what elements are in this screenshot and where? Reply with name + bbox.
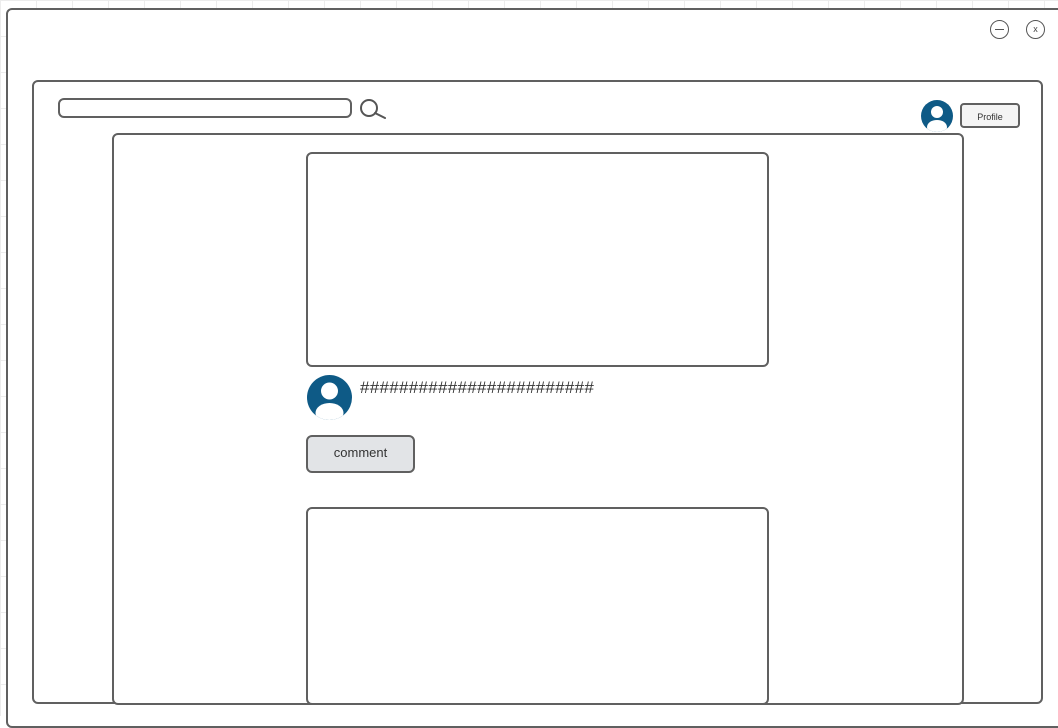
close-button[interactable]: x <box>1026 20 1045 39</box>
author-avatar-icon <box>307 375 352 420</box>
post-media-placeholder <box>306 152 769 367</box>
comment-button[interactable]: comment <box>306 435 415 473</box>
post-text: ######################## <box>360 378 595 397</box>
profile-button[interactable]: Profile <box>960 103 1020 128</box>
minimize-button[interactable] <box>990 20 1009 39</box>
minimize-icon <box>995 28 1004 31</box>
search-icon[interactable] <box>358 97 388 121</box>
post-media-placeholder <box>306 507 769 705</box>
user-avatar-icon[interactable] <box>921 100 953 132</box>
close-icon: x <box>1033 24 1038 34</box>
search-input[interactable] <box>58 98 352 118</box>
